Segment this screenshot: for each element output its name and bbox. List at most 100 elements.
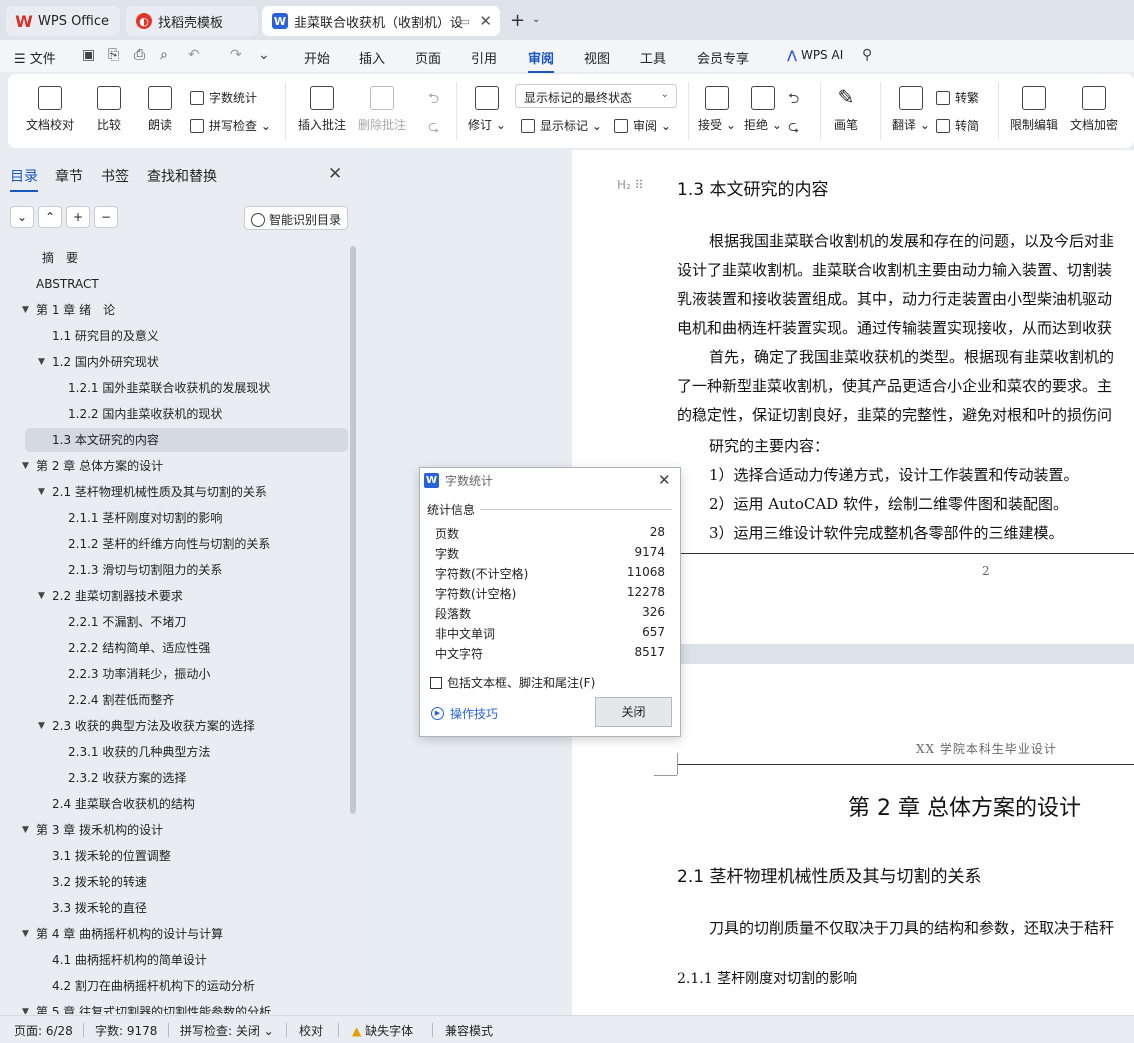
tab-find-replace[interactable]: 查找和替换 [147, 166, 217, 186]
toc-item[interactable]: 3.3 拨禾轮的直径 [52, 896, 147, 920]
revise-button[interactable]: 修订 ⌄ [468, 86, 506, 133]
menu-page[interactable]: 页面 [415, 48, 441, 67]
compare-button[interactable]: 比较 [97, 86, 121, 133]
toc-item[interactable]: 摘 要 [42, 246, 78, 270]
window-icon[interactable]: ▭ [460, 15, 470, 28]
toc-item[interactable]: 1.1 研究目的及意义 [52, 324, 159, 348]
insert-comment-button[interactable]: 插入批注 [298, 86, 346, 133]
toc-scrollbar[interactable] [350, 246, 356, 814]
delete-comment-button[interactable]: 删除批注 [358, 86, 406, 133]
chevron-down-icon[interactable]: ⌄ [532, 14, 540, 25]
word-count-button[interactable]: 字数统计 [190, 89, 257, 106]
heading-level-marker[interactable]: H₂ ⠿ [617, 178, 643, 192]
tab-toc[interactable]: 目录 [10, 166, 38, 192]
markup-state-select[interactable]: 显示标记的最终状态 ⌄ [515, 84, 677, 108]
menu-member[interactable]: 会员专享 [697, 48, 749, 67]
tab-chapters[interactable]: 章节 [55, 166, 83, 186]
read-aloud-button[interactable]: 朗读 [148, 86, 172, 133]
close-icon[interactable]: ✕ [658, 471, 671, 489]
toc-item[interactable]: 1.2.1 国外韭菜联合收获机的发展现状 [68, 376, 270, 400]
checkbox-box[interactable] [430, 676, 442, 689]
accept-button[interactable]: 接受 ⌄ [698, 86, 736, 133]
menu-view[interactable]: 视图 [584, 48, 610, 67]
prev-comment-icon[interactable]: ⮌ [428, 88, 439, 112]
collapse-up-button[interactable]: ⌃ [38, 206, 62, 228]
toc-item[interactable]: ▼ 2.2 韭菜切割器技术要求 [38, 584, 183, 608]
proof-status[interactable]: 校对 [299, 1022, 323, 1039]
toc-item[interactable]: ▼ 第 5 章 往复式切割器的切割性能参数的分析 [22, 1000, 271, 1014]
toc-item[interactable]: ▼ 2.1 茎杆物理机械性质及其与切割的关系 [38, 480, 267, 504]
wps-ai-button[interactable]: ⋀ WPS AI [787, 48, 843, 62]
show-markup-button[interactable]: 显示标记 ⌄ [521, 117, 602, 134]
smart-toc-button[interactable]: 智能识别目录 [244, 206, 348, 230]
toc-item[interactable]: ▼ 第 3 章 拨禾机构的设计 [22, 818, 163, 842]
search-icon[interactable]: ⚲ [862, 47, 872, 63]
menu-tools[interactable]: 工具 [640, 48, 666, 67]
toc-item[interactable]: ▼ 2.3 收获的典型方法及收获方案的选择 [38, 714, 255, 738]
menu-start[interactable]: 开始 [304, 48, 330, 67]
undo-icon[interactable]: ↶ [188, 47, 200, 63]
spell-check-status[interactable]: 拼写检查: 关闭 ⌄ [180, 1022, 274, 1039]
toc-item[interactable]: 4.1 曲柄摇杆机构的简单设计 [52, 948, 207, 972]
next-comment-icon[interactable]: ⮎ [428, 116, 439, 140]
reject-button[interactable]: 拒绝 ⌄ [744, 86, 782, 133]
missing-font-status[interactable]: ▲ 缺失字体 [352, 1022, 413, 1039]
prev-change-icon[interactable]: ⮌ [788, 88, 799, 112]
toc-item[interactable]: ▼ 第 2 章 总体方案的设计 [22, 454, 163, 478]
toc-item[interactable]: 2.2.1 不漏割、不堵刀 [68, 610, 186, 634]
to-simplified-button[interactable]: 转简 [936, 117, 979, 134]
toc-item[interactable]: ▼ 第 1 章 绪 论 [22, 298, 115, 322]
menu-review[interactable]: 审阅 [528, 48, 555, 73]
redo-icon[interactable]: ↷ [230, 47, 242, 63]
tab-template[interactable]: ◐ 找稻壳模板 [126, 6, 258, 36]
tips-link[interactable]: ▶ 操作技巧 [431, 705, 498, 722]
toc-item-selected[interactable]: 1.3 本文研究的内容 [52, 428, 159, 452]
tab-wps-office[interactable]: W WPS Office [6, 6, 120, 36]
export-icon[interactable]: ⎘ [108, 47, 119, 63]
print-preview-icon[interactable]: ⌕ [160, 47, 168, 63]
toc-item[interactable]: 2.2.4 割茬低而整齐 [68, 688, 174, 712]
pen-button[interactable]: ✎ 画笔 [834, 86, 858, 133]
doc-encrypt-button[interactable]: 文档加密 [1070, 86, 1118, 133]
tab-document[interactable]: W 韭菜联合收获机（收割机）设 ▭ ✕ [262, 6, 500, 36]
add-heading-button[interactable]: + [66, 206, 90, 228]
tab-bookmarks[interactable]: 书签 [101, 166, 129, 186]
toc-item[interactable]: 2.1.1 茎杆刚度对切割的影响 [68, 506, 222, 530]
print-icon[interactable]: ⎙ [134, 47, 145, 63]
toc-item[interactable]: 2.3.1 收获的几种典型方法 [68, 740, 210, 764]
remove-heading-button[interactable]: − [94, 206, 118, 228]
close-icon[interactable]: ✕ [328, 164, 342, 184]
to-traditional-button[interactable]: 转繁 [936, 89, 979, 106]
doc-check-button[interactable]: 文档校对 [26, 86, 74, 133]
file-menu[interactable]: ☰ 文件 [14, 48, 56, 67]
toc-item[interactable]: 3.2 拨禾轮的转速 [52, 870, 147, 894]
close-button[interactable]: 关闭 [595, 697, 672, 727]
spell-check-button[interactable]: 拼写检查 ⌄ [190, 117, 271, 134]
toc-item[interactable]: ABSTRACT [36, 272, 99, 296]
save-icon[interactable]: ▣ [82, 47, 95, 63]
review-pane-button[interactable]: 审阅 ⌄ [614, 117, 671, 134]
new-tab-icon[interactable]: + [510, 10, 525, 31]
toc-item[interactable]: 3.1 拨禾轮的位置调整 [52, 844, 171, 868]
toc-item[interactable]: 2.2.2 结构简单、适应性强 [68, 636, 210, 660]
toc-item[interactable]: 2.3.2 收获方案的选择 [68, 766, 186, 790]
include-textbox-checkbox[interactable]: 包括文本框、脚注和尾注(F) [430, 674, 595, 691]
toc-item[interactable]: 2.4 韭菜联合收获机的结构 [52, 792, 195, 816]
toc-item[interactable]: 4.2 割刀在曲柄摇杆机构下的运动分析 [52, 974, 255, 998]
toc-item[interactable]: 2.1.2 茎杆的纤维方向性与切割的关系 [68, 532, 270, 556]
toc-item[interactable]: 1.2.2 国内韭菜收获机的现状 [68, 402, 222, 426]
toc-item[interactable]: 2.1.3 滑切与切割阻力的关系 [68, 558, 222, 582]
more-icon[interactable]: ⌄ [258, 47, 270, 63]
next-change-icon[interactable]: ⮎ [788, 116, 799, 140]
restrict-edit-button[interactable]: 限制编辑 [1010, 86, 1058, 133]
menu-insert[interactable]: 插入 [359, 48, 385, 67]
menu-reference[interactable]: 引用 [471, 48, 497, 67]
word-count-indicator[interactable]: 字数: 9178 [95, 1022, 157, 1039]
toc-item[interactable]: ▼ 第 4 章 曲柄摇杆机构的设计与计算 [22, 922, 223, 946]
page-indicator[interactable]: 页面: 6/28 [14, 1022, 73, 1039]
toc-item[interactable]: 2.2.3 功率消耗少，振动小 [68, 662, 210, 686]
close-tab-icon[interactable]: ✕ [479, 12, 492, 30]
translate-button[interactable]: 翻译 ⌄ [892, 86, 930, 133]
collapse-down-button[interactable]: ⌄ [10, 206, 34, 228]
toc-item[interactable]: ▼ 1.2 国内外研究现状 [38, 350, 159, 374]
